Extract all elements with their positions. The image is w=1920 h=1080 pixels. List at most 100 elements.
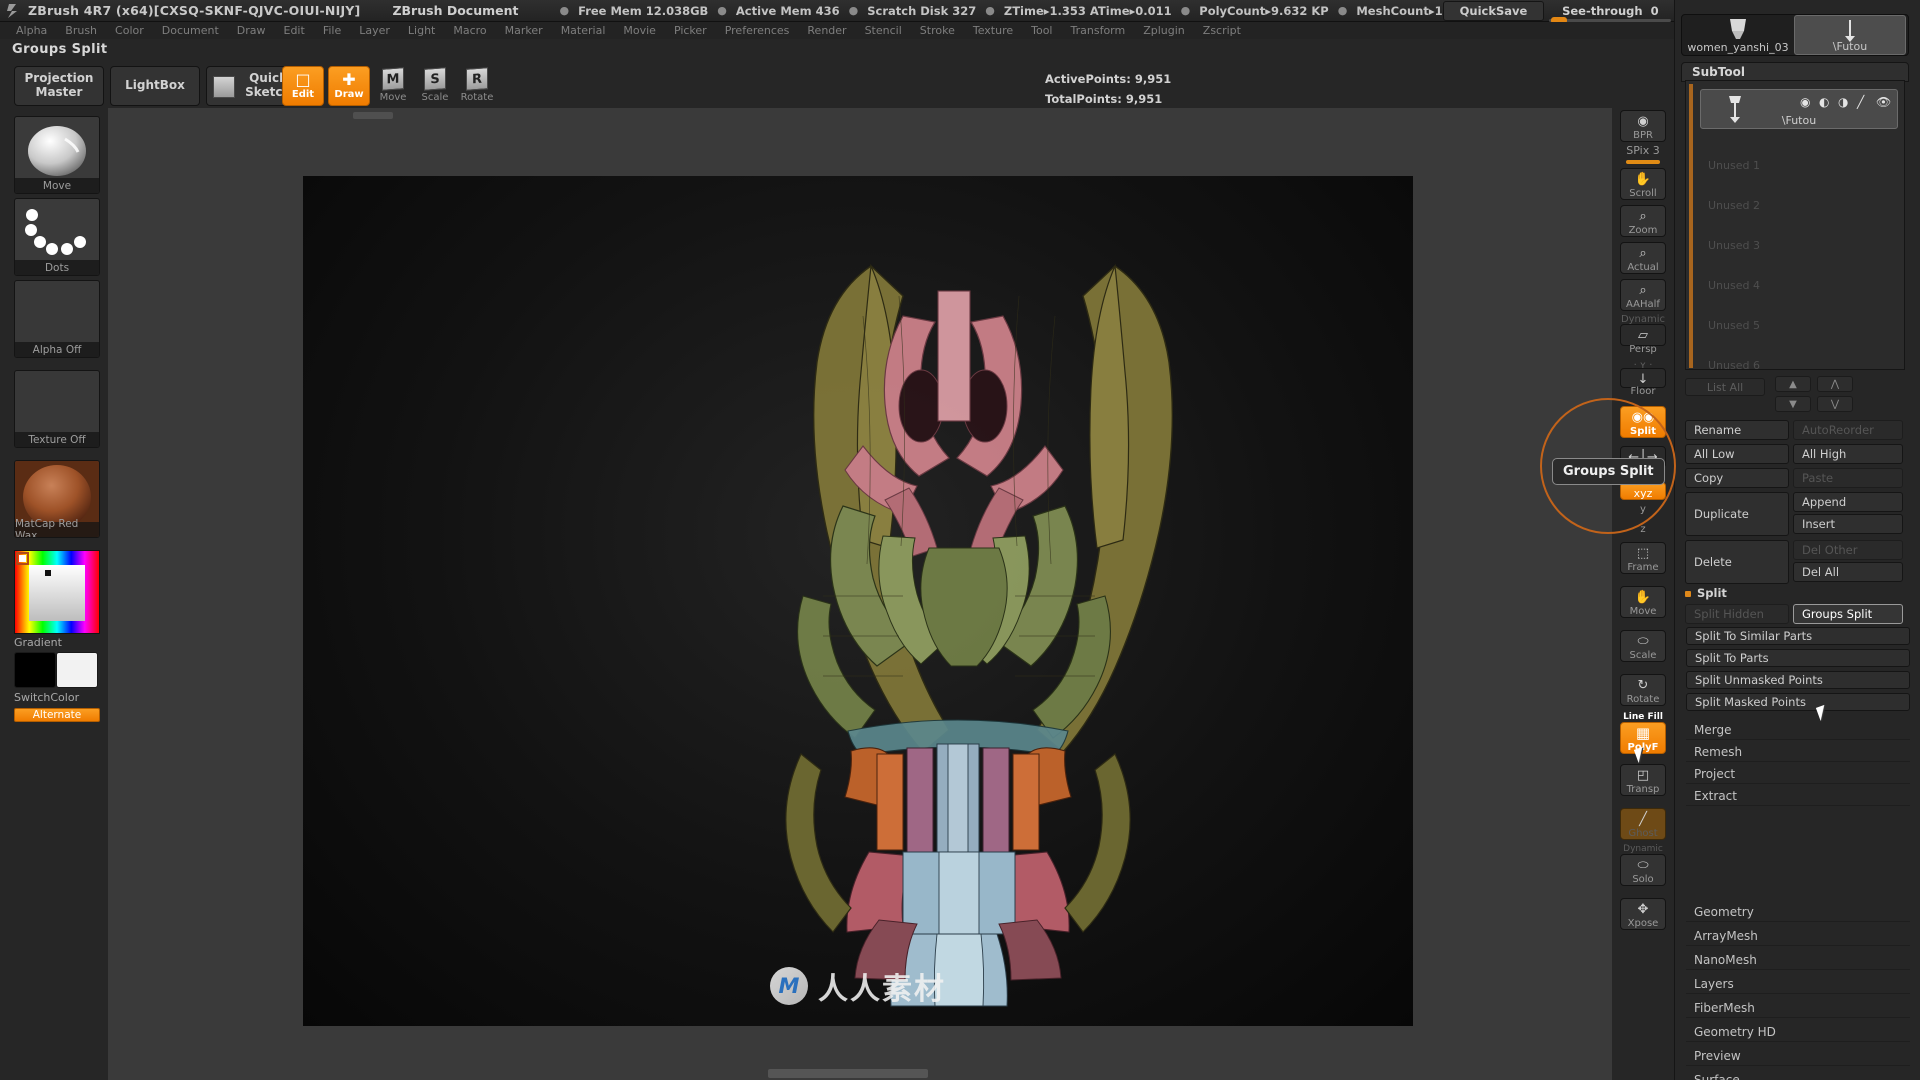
subtool-panel-header[interactable]: SubTool bbox=[1681, 62, 1909, 82]
subtool-item-unused-6[interactable]: Unused 6 bbox=[1700, 333, 1898, 373]
menu-file[interactable]: File bbox=[315, 23, 349, 38]
groups-split-button[interactable]: Groups Split bbox=[1793, 604, 1903, 624]
menu-render[interactable]: Render bbox=[799, 23, 854, 38]
3d-model-viewport[interactable] bbox=[303, 176, 1413, 1026]
menu-picker[interactable]: Picker bbox=[666, 23, 715, 38]
merge-section[interactable]: Merge bbox=[1686, 720, 1910, 740]
menu-material[interactable]: Material bbox=[553, 23, 614, 38]
see-through-slider[interactable]: See-through 0 bbox=[1549, 4, 1672, 24]
floor-button[interactable]: ↓ bbox=[1620, 368, 1666, 388]
copy-button[interactable]: Copy bbox=[1685, 468, 1789, 488]
extract-section[interactable]: Extract bbox=[1686, 786, 1910, 806]
all-low-button[interactable]: All Low bbox=[1685, 444, 1789, 464]
menu-alpha[interactable]: Alpha bbox=[8, 23, 55, 38]
eye-icon[interactable]: 👁 bbox=[1876, 96, 1891, 109]
split-unmasked-points-button[interactable]: Split Unmasked Points bbox=[1686, 671, 1910, 689]
menu-texture[interactable]: Texture bbox=[965, 23, 1021, 38]
document-canvas[interactable]: 人人素材 bbox=[303, 176, 1413, 1026]
move-bottom-button[interactable]: ⋁ bbox=[1817, 396, 1853, 412]
menu-preferences[interactable]: Preferences bbox=[717, 23, 798, 38]
menu-zscript[interactable]: Zscript bbox=[1195, 23, 1249, 38]
subtool-futou-thumb[interactable]: \Futou bbox=[1794, 15, 1906, 55]
spix-slider[interactable] bbox=[1626, 160, 1660, 164]
primary-color-swatch[interactable] bbox=[14, 652, 56, 688]
material-selector[interactable]: MatCap Red Wax bbox=[14, 460, 100, 538]
move-down-button[interactable]: ▼ bbox=[1775, 396, 1811, 412]
move-up-button[interactable]: ▲ bbox=[1775, 376, 1811, 392]
draw-button[interactable]: ✚ Draw bbox=[328, 66, 370, 106]
menu-layer[interactable]: Layer bbox=[351, 23, 398, 38]
subtool-list[interactable]: ◉ ◐ ◑ ╱ 👁 \Futou Unused 1 Unused 2 Unuse… bbox=[1685, 80, 1905, 373]
secondary-color-swatch[interactable] bbox=[56, 652, 98, 688]
split-to-parts-button[interactable]: Split To Parts bbox=[1686, 649, 1910, 667]
polypaint-icon[interactable]: ◐ bbox=[1819, 96, 1832, 109]
all-high-button[interactable]: All High bbox=[1793, 444, 1903, 464]
tool-thumbnail-row[interactable]: women_yanshi_03 \Futou bbox=[1681, 14, 1909, 56]
switch-color-swatches[interactable] bbox=[14, 652, 100, 688]
split-to-similar-parts-button[interactable]: Split To Similar Parts bbox=[1686, 627, 1910, 645]
split-section-label[interactable]: Split bbox=[1697, 586, 1727, 600]
lightbox-button[interactable]: LightBox bbox=[110, 66, 200, 106]
insert-button[interactable]: Insert bbox=[1793, 514, 1903, 534]
canvas-top-grip[interactable] bbox=[353, 112, 393, 119]
arraymesh-section[interactable]: ArrayMesh bbox=[1686, 926, 1910, 946]
move-top-button[interactable]: ⋀ bbox=[1817, 376, 1853, 392]
subtool-item-unused-2[interactable]: Unused 2 bbox=[1700, 173, 1898, 213]
menu-stencil[interactable]: Stencil bbox=[857, 23, 910, 38]
fibermesh-section[interactable]: FiberMesh bbox=[1686, 998, 1910, 1018]
geometry-section[interactable]: Geometry bbox=[1686, 902, 1910, 922]
brush-stroke-icon[interactable]: ╱ bbox=[1857, 96, 1870, 109]
persp-button[interactable]: ▱ bbox=[1620, 324, 1666, 346]
project-section[interactable]: Project bbox=[1686, 764, 1910, 784]
subtool-scrollbar[interactable] bbox=[1689, 84, 1693, 368]
menu-tool[interactable]: Tool bbox=[1023, 23, 1060, 38]
layers-section[interactable]: Layers bbox=[1686, 974, 1910, 994]
color-picker[interactable] bbox=[14, 550, 100, 634]
subtool-item-unused-4[interactable]: Unused 4 bbox=[1700, 253, 1898, 293]
subtool-item-unused-3[interactable]: Unused 3 bbox=[1700, 213, 1898, 253]
current-tool-thumb[interactable]: women_yanshi_03 bbox=[1682, 15, 1794, 55]
menu-draw[interactable]: Draw bbox=[229, 23, 274, 38]
append-button[interactable]: Append bbox=[1793, 492, 1903, 512]
menu-document[interactable]: Document bbox=[154, 23, 227, 38]
rotate-tool-button[interactable]: R Rotate bbox=[460, 67, 494, 106]
texture-selector[interactable]: Texture Off bbox=[14, 370, 100, 448]
menu-brush[interactable]: Brush bbox=[57, 23, 105, 38]
canvas-horizontal-scrollbar[interactable] bbox=[768, 1069, 928, 1078]
quicksave-button[interactable]: QuickSave bbox=[1442, 0, 1545, 21]
stroke-selector[interactable]: Dots bbox=[14, 198, 100, 276]
menu-marker[interactable]: Marker bbox=[497, 23, 551, 38]
delete-button[interactable]: Delete bbox=[1685, 540, 1789, 584]
subtool-item-unused-5[interactable]: Unused 5 bbox=[1700, 293, 1898, 333]
duplicate-button[interactable]: Duplicate bbox=[1685, 492, 1789, 536]
list-all-button[interactable]: List All bbox=[1685, 378, 1765, 396]
menu-stroke[interactable]: Stroke bbox=[912, 23, 963, 38]
remesh-section[interactable]: Remesh bbox=[1686, 742, 1910, 762]
nanomesh-section[interactable]: NanoMesh bbox=[1686, 950, 1910, 970]
contrast-icon[interactable]: ◑ bbox=[1838, 96, 1851, 109]
subtool-item-futou[interactable]: ◉ ◐ ◑ ╱ 👁 \Futou bbox=[1700, 89, 1898, 129]
geometry-hd-section[interactable]: Geometry HD bbox=[1686, 1022, 1910, 1042]
move-tool-button[interactable]: M Move bbox=[376, 67, 410, 106]
visibility-toggle-icon[interactable]: ◉ bbox=[1800, 96, 1813, 109]
alpha-selector[interactable]: Alpha Off bbox=[14, 280, 100, 358]
menu-edit[interactable]: Edit bbox=[276, 23, 313, 38]
scale-tool-button[interactable]: S Scale bbox=[418, 67, 452, 106]
menu-transform[interactable]: Transform bbox=[1063, 23, 1134, 38]
subtool-toggle-icons[interactable]: ◉ ◐ ◑ ╱ 👁 bbox=[1800, 96, 1891, 109]
rename-button[interactable]: Rename bbox=[1685, 420, 1789, 440]
split-masked-points-button[interactable]: Split Masked Points bbox=[1686, 693, 1910, 711]
menu-movie[interactable]: Movie bbox=[615, 23, 664, 38]
preview-section[interactable]: Preview bbox=[1686, 1046, 1910, 1066]
brush-selector[interactable]: Move bbox=[14, 116, 100, 194]
menu-zplugin[interactable]: Zplugin bbox=[1135, 23, 1193, 38]
menu-light[interactable]: Light bbox=[400, 23, 443, 38]
surface-section[interactable]: Surface bbox=[1686, 1070, 1910, 1080]
menu-color[interactable]: Color bbox=[107, 23, 152, 38]
alternate-button[interactable]: Alternate bbox=[14, 708, 100, 722]
menu-macro[interactable]: Macro bbox=[445, 23, 494, 38]
del-all-button[interactable]: Del All bbox=[1793, 562, 1903, 582]
subtool-item-unused-1[interactable]: Unused 1 bbox=[1700, 133, 1898, 173]
projection-master-button[interactable]: Projection Master bbox=[14, 66, 104, 106]
edit-button[interactable]: □ Edit bbox=[282, 66, 324, 106]
